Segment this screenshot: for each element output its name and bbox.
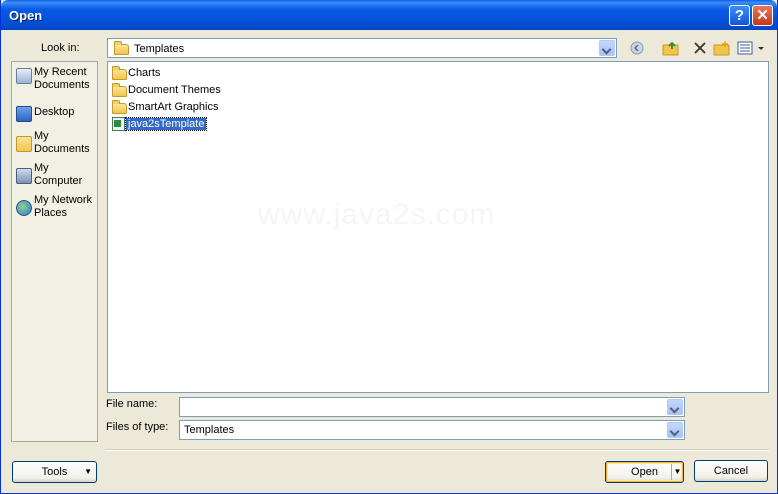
place-label: My Network Places — [34, 194, 93, 219]
open-button[interactable]: Open ▼ — [605, 461, 684, 483]
place-label: My Computer — [34, 162, 83, 187]
caret-down-icon[interactable]: ▼ — [671, 464, 683, 480]
look-in-value: Templates — [134, 43, 185, 55]
chevron-down-icon[interactable] — [667, 422, 683, 438]
title-bar[interactable]: Open ? ✕ — [1, 0, 777, 30]
folder-icon — [112, 100, 127, 114]
desktop-icon — [16, 106, 32, 122]
look-in-dropdown[interactable]: Templates — [107, 38, 617, 58]
place-recent-documents[interactable]: My Recent Documents — [14, 66, 96, 96]
cancel-button[interactable]: Cancel — [694, 460, 768, 482]
file-name: java2sTemplate — [124, 117, 208, 131]
up-folder-icon[interactable] — [662, 40, 680, 56]
file-name: Charts — [128, 67, 161, 79]
places-bar: My Recent Documents Desktop My Documents… — [11, 61, 98, 442]
back-icon[interactable] — [628, 40, 646, 56]
folder-icon — [112, 83, 127, 97]
excel-template-icon — [112, 117, 125, 131]
file-type-dropdown[interactable]: Templates — [179, 420, 685, 440]
delete-icon[interactable] — [691, 40, 709, 56]
recent-documents-icon — [16, 68, 32, 84]
file-name: SmartArt Graphics — [128, 101, 219, 113]
file-list[interactable]: Charts Document Themes SmartArt Graphics… — [107, 61, 769, 393]
watermark: www.java2s.com — [258, 198, 496, 231]
folder-icon — [112, 66, 127, 80]
caret-down-icon: ▼ — [84, 467, 92, 476]
open-label: Open — [631, 466, 658, 478]
place-my-documents[interactable]: My Documents — [14, 130, 96, 160]
network-places-icon — [16, 200, 32, 216]
close-button[interactable]: ✕ — [752, 5, 773, 26]
place-label: My Recent Documents — [34, 66, 90, 91]
tools-button[interactable]: Tools ▼ — [12, 461, 97, 483]
place-label: My Documents — [34, 130, 90, 155]
place-my-computer[interactable]: My Computer — [14, 162, 96, 192]
place-label: Desktop — [34, 106, 75, 118]
file-name-field[interactable] — [179, 397, 685, 417]
open-dialog: Open ? ✕ Look in: Templates My Recent Do… — [0, 0, 778, 494]
help-button[interactable]: ? — [729, 5, 750, 26]
divider — [105, 449, 769, 451]
file-type-value: Templates — [184, 424, 235, 436]
cancel-label: Cancel — [713, 465, 749, 477]
my-documents-icon — [16, 136, 32, 152]
dialog-title: Open — [9, 8, 43, 23]
tools-label: Tools — [41, 466, 68, 478]
views-icon[interactable] — [737, 40, 765, 56]
chevron-down-icon[interactable] — [599, 40, 615, 56]
file-type-label: Files of type: — [106, 421, 169, 433]
folder-icon — [114, 41, 129, 55]
place-network-places[interactable]: My Network Places — [14, 194, 96, 224]
file-name-label: File name: — [106, 398, 158, 410]
my-computer-icon — [16, 168, 32, 184]
file-name: Document Themes — [128, 84, 221, 96]
look-in-label: Look in: — [41, 42, 80, 54]
chevron-down-icon[interactable] — [667, 399, 683, 415]
new-folder-icon[interactable] — [713, 40, 731, 56]
